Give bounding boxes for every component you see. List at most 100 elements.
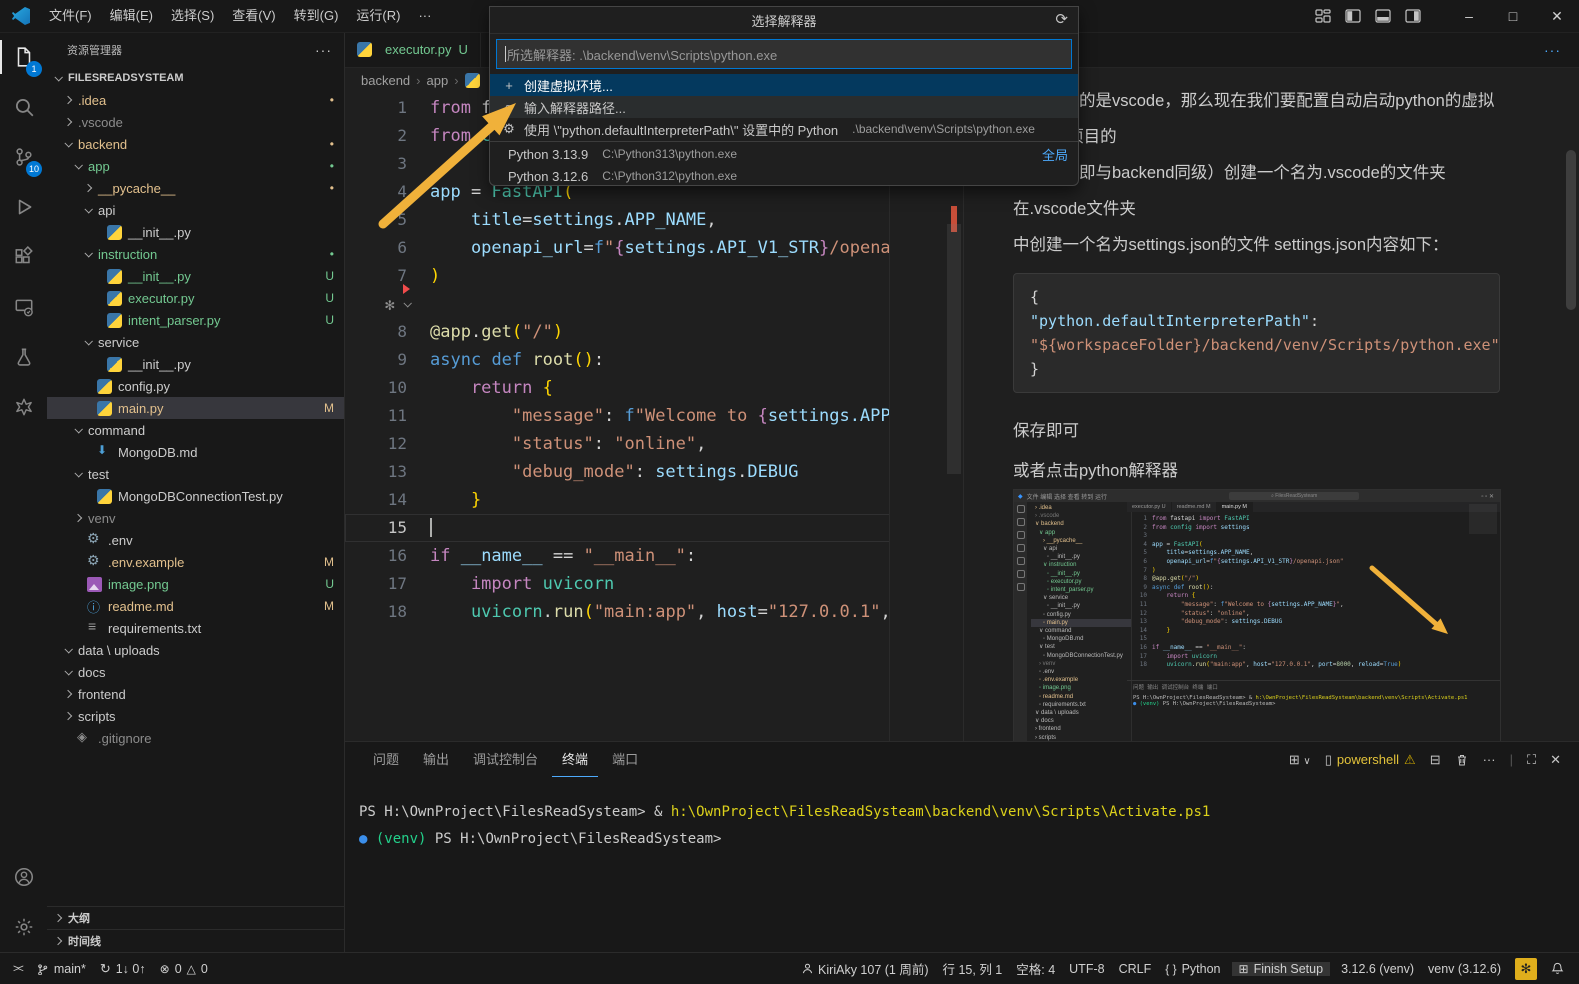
customize-layout-icon[interactable] <box>1315 8 1331 24</box>
tree-item-datauploads[interactable]: data \ uploads <box>47 639 344 661</box>
quick-pick-item-1[interactable]: ▱输入解释器路径... <box>490 96 1078 118</box>
tree-item-.vscode[interactable]: .vscode <box>47 111 344 133</box>
split-terminal-dropdown-icon[interactable]: ⊞ ∨ <box>1289 752 1311 768</box>
status-remote[interactable]: >< <box>6 953 29 984</box>
tree-item-.idea[interactable]: .idea• <box>47 89 344 111</box>
interpreter-search-input[interactable]: 所选解释器: .\backend\venv\Scripts\python.exe <box>496 39 1072 69</box>
quick-pick-item-4[interactable]: Python 3.12.6C:\Python312\python.exe <box>490 165 1078 187</box>
tree-item-.gitignore[interactable]: .gitignore <box>47 727 344 749</box>
tree-item-instruction[interactable]: instruction• <box>47 243 344 265</box>
panel-tab-终端[interactable]: 终端 <box>552 743 598 777</box>
quick-pick-item-2[interactable]: ⚙使用 \"python.defaultInterpreterPath\" 设置… <box>490 118 1078 140</box>
status-indentation[interactable]: 空格: 4 <box>1009 959 1062 978</box>
testing-icon[interactable] <box>0 332 47 382</box>
item-action-global[interactable]: 全局 <box>1042 145 1068 164</box>
scrollbar-thumb[interactable] <box>947 224 961 474</box>
status-ai-gold[interactable]: ✻ <box>1508 958 1544 980</box>
status-problems[interactable]: ⊗0△0 <box>153 953 215 984</box>
status-blame-author[interactable]: KiriAky 107 (1 周前) <box>795 959 935 978</box>
close-panel-icon[interactable]: ✕ <box>1550 752 1561 768</box>
status-language[interactable]: { }Python <box>1158 962 1227 976</box>
status-python-version[interactable]: 3.12.6 (venv) <box>1334 962 1421 976</box>
close-button[interactable]: ✕ <box>1535 0 1579 32</box>
panel-tab-问题[interactable]: 问题 <box>363 743 409 776</box>
tree-item-service[interactable]: service <box>47 331 344 353</box>
tree-item-api[interactable]: api <box>47 199 344 221</box>
explorer-icon[interactable]: 1 <box>0 32 47 82</box>
refresh-icon[interactable]: ⟳ <box>1055 10 1068 28</box>
tree-item-intent_parser.py[interactable]: intent_parser.pyU <box>47 309 344 331</box>
status-finish-setup[interactable]: ⊞Finish Setup <box>1232 962 1331 976</box>
tree-item-venv[interactable]: venv <box>47 507 344 529</box>
source-control-icon[interactable]: 10 <box>0 132 47 182</box>
minimap[interactable] <box>889 94 945 741</box>
tree-item-docs[interactable]: docs <box>47 661 344 683</box>
account-icon[interactable] <box>0 852 47 902</box>
workspace-root-folder[interactable]: FILESREADSYSTEAM <box>47 67 344 89</box>
toggle-secondary-sidebar-icon[interactable] <box>1405 8 1421 24</box>
inline-suggest-lens[interactable]: ✻ <box>345 290 890 318</box>
menu-4[interactable]: 转到(G) <box>285 5 348 27</box>
panel-tab-输出[interactable]: 输出 <box>413 743 459 776</box>
editor-scrollbar[interactable] <box>945 94 963 741</box>
menu-5[interactable]: 运行(R) <box>347 5 409 27</box>
tree-item-test[interactable]: test <box>47 463 344 485</box>
terminal-output[interactable]: PS H:\OwnProject\FilesReadSysteam> & h:\… <box>345 777 1579 853</box>
tree-item-.env.example[interactable]: .env.exampleM <box>47 551 344 573</box>
breadcrumb-segment[interactable]: backend <box>361 73 410 88</box>
more-actions-icon[interactable]: ··· <box>1483 752 1496 767</box>
toggle-sidebar-icon[interactable] <box>1345 8 1361 24</box>
tree-item-frontend[interactable]: frontend <box>47 683 344 705</box>
split-icon[interactable]: ⊟ <box>1430 752 1441 768</box>
run-debug-icon[interactable] <box>0 182 47 232</box>
status-branch[interactable]: main* <box>29 953 93 984</box>
tree-item-executor.py[interactable]: executor.pyU <box>47 287 344 309</box>
editor-more-actions-icon[interactable]: ··· <box>1544 42 1561 58</box>
menu-1[interactable]: 编辑(E) <box>101 5 162 27</box>
search-icon[interactable] <box>0 82 47 132</box>
section-时间线[interactable]: 时间线 <box>47 929 344 952</box>
tree-item-__init__.py[interactable]: __init__.py <box>47 221 344 243</box>
status-eol[interactable]: CRLF <box>1112 962 1159 976</box>
ai-assistant-icon[interactable] <box>0 382 47 432</box>
remote-explorer-icon[interactable] <box>0 282 47 332</box>
settings-icon[interactable] <box>0 902 47 952</box>
maximize-panel-icon[interactable]: ⛶ <box>1527 752 1536 768</box>
quick-pick-item-0[interactable]: +创建虚拟环境... <box>490 74 1078 96</box>
tree-item-__pycache__[interactable]: __pycache__• <box>47 177 344 199</box>
menu-2[interactable]: 选择(S) <box>162 5 223 27</box>
status-sync[interactable]: ↻1↓ 0↑ <box>93 953 153 984</box>
code-editor[interactable]: 1from fastapi import FastAPI2from config… <box>345 94 890 741</box>
status-encoding[interactable]: UTF-8 <box>1062 962 1111 976</box>
toggle-panel-icon[interactable] <box>1375 8 1391 24</box>
terminal-instance-powershell[interactable]: ▯powershell⚠ <box>1325 752 1416 768</box>
panel-tab-端口[interactable]: 端口 <box>602 743 648 776</box>
menu-3[interactable]: 查看(V) <box>223 5 284 27</box>
menu-6[interactable]: ··· <box>409 5 440 27</box>
tree-item-MongoDB.md[interactable]: MongoDB.md <box>47 441 344 463</box>
minimize-button[interactable]: – <box>1447 0 1491 32</box>
kill-terminal-icon[interactable] <box>1455 753 1469 767</box>
quick-pick-item-3[interactable]: Python 3.13.9C:\Python313\python.exe全局 <box>490 143 1078 165</box>
menu-0[interactable]: 文件(F) <box>40 5 101 27</box>
panel-tab-调试控制台[interactable]: 调试控制台 <box>463 743 548 776</box>
tree-item-readme.md[interactable]: readme.mdM <box>47 595 344 617</box>
tree-item-__init__.py[interactable]: __init__.pyU <box>47 265 344 287</box>
maximize-button[interactable]: □ <box>1491 0 1535 32</box>
tree-item-command[interactable]: command <box>47 419 344 441</box>
preview-scrollbar-thumb[interactable] <box>1566 150 1576 310</box>
tree-item-.env[interactable]: .env <box>47 529 344 551</box>
tree-item-image.png[interactable]: image.pngU <box>47 573 344 595</box>
tree-item-main.py[interactable]: main.pyM <box>47 397 344 419</box>
status-bell[interactable] <box>1544 962 1571 975</box>
tree-item-requirements.txt[interactable]: requirements.txt <box>47 617 344 639</box>
status-cursor-position[interactable]: 行 15, 列 1 <box>936 959 1010 978</box>
tree-item-MongoDBConnectionTest.py[interactable]: MongoDBConnectionTest.py <box>47 485 344 507</box>
extensions-icon[interactable] <box>0 232 47 282</box>
tree-item-backend[interactable]: backend• <box>47 133 344 155</box>
tree-item-config.py[interactable]: config.py <box>47 375 344 397</box>
explorer-more-actions-icon[interactable]: ··· <box>315 42 332 58</box>
tab-executor-py[interactable]: executor.py U <box>345 32 481 67</box>
section-大纲[interactable]: 大纲 <box>47 906 344 929</box>
breadcrumb-segment[interactable]: app <box>427 73 449 88</box>
